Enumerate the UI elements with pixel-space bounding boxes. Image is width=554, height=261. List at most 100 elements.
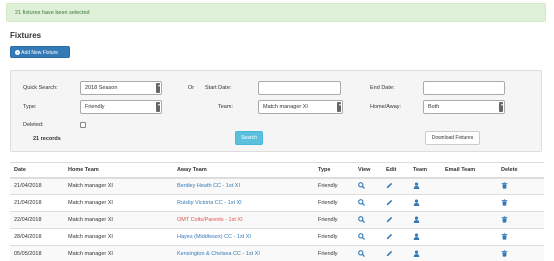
cell-delete: [497, 177, 544, 195]
cell-date: 05/05/2018: [10, 245, 64, 261]
end-date-label: End Date:: [370, 85, 395, 91]
cell-date: 21/04/2018: [10, 177, 64, 195]
away-team-link[interactable]: Kensington & Chelsea CC - 1st XI: [177, 251, 260, 257]
cell-home-team: Match manager XI: [64, 177, 173, 195]
page-title: Fixtures: [10, 31, 42, 40]
cell-date: 28/04/2018: [10, 228, 64, 246]
header-delete: Delete: [497, 162, 544, 179]
cell-home-team: Match manager XI: [64, 228, 173, 246]
table-row: 21/04/2018 Match manager XI Bentley Heath …: [10, 177, 544, 195]
header-type[interactable]: Type: [314, 162, 354, 179]
cell-edit: [382, 211, 409, 229]
pencil-icon[interactable]: [386, 199, 393, 206]
search-icon[interactable]: [358, 181, 365, 189]
away-team-link[interactable]: OMT Colts/Parents - 1st XI: [177, 217, 243, 223]
cell-view: [354, 228, 382, 246]
header-away-team[interactable]: Away Team: [173, 162, 314, 179]
trash-icon[interactable]: [501, 198, 508, 206]
header-email-team: Email Team: [441, 162, 497, 179]
cell-team: [409, 211, 441, 229]
user-icon[interactable]: [413, 249, 420, 257]
pencil-icon[interactable]: [386, 182, 393, 189]
cell-away-team: Kensington & Chelsea CC - 1st XI: [173, 245, 314, 261]
search-icon[interactable]: [358, 198, 365, 206]
pencil-icon[interactable]: [386, 233, 393, 240]
cell-home-team: Match manager XI: [64, 211, 173, 229]
table-row: 05/05/2018 Match manager XI Kensington & C…: [10, 245, 544, 261]
user-icon[interactable]: [413, 198, 420, 206]
away-team-link[interactable]: Ruislip Victoria CC - 1st XI: [177, 200, 242, 206]
user-icon[interactable]: [413, 232, 420, 240]
pencil-icon[interactable]: [386, 250, 393, 257]
cell-away-team: Bentley Heath CC - 1st XI: [173, 177, 314, 195]
cell-email-team: [441, 177, 497, 195]
user-icon[interactable]: [413, 182, 420, 189]
type-select[interactable]: Friendly ▾: [80, 100, 162, 114]
cell-date: 21/04/2018: [10, 194, 64, 212]
table-row: 22/04/2018 Match manager XI OMT Colts/Pare…: [10, 211, 544, 229]
home-away-select[interactable]: Both ▾: [423, 100, 505, 114]
away-team-link[interactable]: Bentley Heath CC - 1st XI: [177, 183, 240, 189]
cell-away-team: OMT Colts/Parents - 1st XI: [173, 211, 314, 229]
deleted-checkbox[interactable]: [80, 122, 86, 128]
away-team-link[interactable]: Hayes (Middlesex) CC - 1st XI: [177, 234, 251, 240]
header-view: View: [354, 162, 382, 179]
type-value: Friendly: [85, 104, 105, 110]
cell-edit: [382, 228, 409, 246]
search-icon[interactable]: [358, 232, 365, 240]
team-select[interactable]: Match manager XI ▾: [258, 100, 343, 114]
table-row: 28/04/2018 Match manager XI Hayes (Middles…: [10, 228, 544, 246]
table-header-row: Date Home Team Away Team Type View Edit …: [10, 162, 544, 179]
search-icon[interactable]: [358, 249, 365, 257]
pencil-icon[interactable]: [386, 216, 393, 223]
chevron-down-icon: ▾: [500, 102, 503, 107]
end-date-input[interactable]: [423, 81, 505, 95]
cell-type: Friendly: [314, 177, 354, 195]
cell-edit: [382, 177, 409, 195]
cell-email-team: [441, 194, 497, 212]
cell-team: [409, 194, 441, 212]
start-date-input[interactable]: [258, 81, 341, 95]
chevron-down-icon: ▾: [338, 102, 341, 107]
search-icon[interactable]: [358, 215, 365, 223]
cell-view: [354, 211, 382, 229]
fixtures-table: Date Home Team Away Team Type View Edit …: [10, 162, 544, 261]
cell-delete: [497, 211, 544, 229]
header-home-team[interactable]: Home Team: [64, 162, 173, 179]
quick-search-select[interactable]: 2018 Season ▾: [80, 81, 162, 95]
cell-away-team: Ruislip Victoria CC - 1st XI: [173, 194, 314, 212]
alert-text: 21 fixtures have been selected: [15, 10, 90, 16]
download-fixtures-button[interactable]: Download Fixtures: [425, 131, 480, 145]
cell-team: [409, 228, 441, 246]
header-date[interactable]: Date: [10, 162, 64, 179]
cell-team: [409, 245, 441, 261]
search-button[interactable]: Search: [235, 131, 263, 145]
cell-delete: [497, 228, 544, 246]
cell-home-team: Match manager XI: [64, 194, 173, 212]
chevron-down-icon: ▾: [157, 83, 160, 88]
cell-email-team: [441, 245, 497, 261]
team-value: Match manager XI: [263, 104, 308, 110]
add-new-fixture-button[interactable]: + Add New Fixture: [10, 46, 70, 58]
trash-icon[interactable]: [501, 215, 508, 223]
cell-date: 22/04/2018: [10, 211, 64, 229]
user-icon[interactable]: [413, 215, 420, 223]
cell-home-team: Match manager XI: [64, 245, 173, 261]
type-label: Type:: [23, 104, 37, 110]
cell-email-team: [441, 211, 497, 229]
team-label: Team:: [218, 104, 233, 110]
quick-search-value: 2018 Season: [85, 85, 118, 91]
trash-icon[interactable]: [501, 249, 508, 257]
cell-type: Friendly: [314, 211, 354, 229]
header-team: Team: [409, 162, 441, 179]
plus-circle-icon: +: [15, 50, 20, 56]
start-date-label: Start Date:: [205, 85, 232, 91]
selection-alert: 21 fixtures have been selected: [6, 3, 546, 22]
add-new-fixture-label: Add New Fixture: [21, 50, 59, 56]
trash-icon[interactable]: [501, 182, 508, 189]
home-away-label: Home/Away:: [370, 104, 402, 110]
trash-icon[interactable]: [501, 232, 508, 240]
or-label: Or: [188, 85, 195, 91]
deleted-label: Deleted:: [23, 122, 44, 128]
cell-team: [409, 177, 441, 195]
